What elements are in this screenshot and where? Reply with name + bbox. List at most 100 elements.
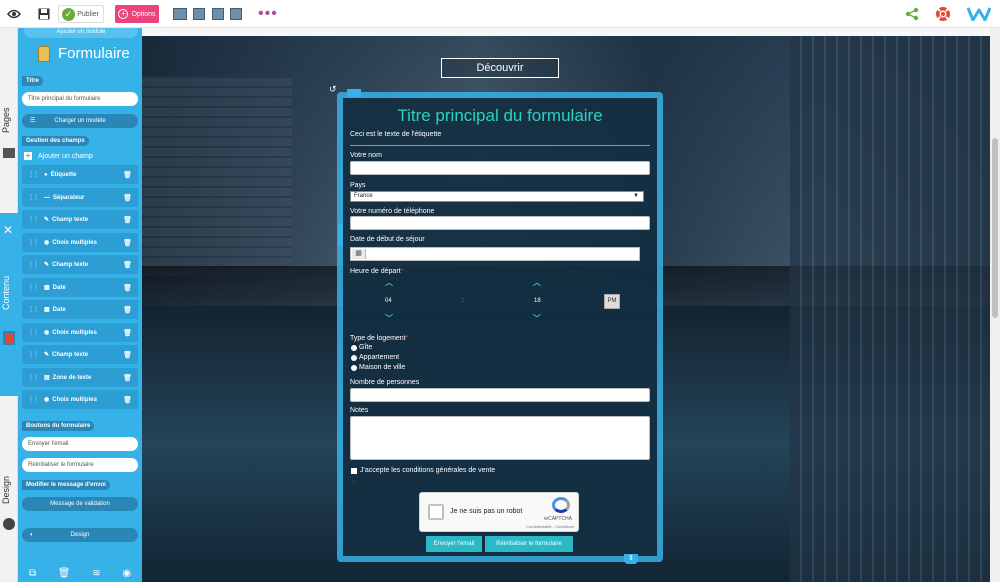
scrollbar-thumb[interactable] bbox=[992, 138, 998, 318]
trash-icon[interactable]: 🗑 bbox=[123, 194, 132, 202]
field-row[interactable]: ⋮⋮ ✎ Champ texte 🗑 bbox=[22, 210, 138, 229]
country-label: Pays bbox=[350, 182, 366, 189]
field-row[interactable]: ⋮⋮ ▦ Date 🗑 bbox=[22, 300, 138, 319]
drag-handle-icon[interactable]: ⋮⋮ bbox=[28, 306, 39, 313]
load-model-button[interactable]: ☰ Charger un modèle bbox=[22, 114, 138, 128]
add-field-button[interactable]: + Ajouter un champ bbox=[24, 152, 93, 160]
trash-icon[interactable]: 🗑 bbox=[58, 568, 71, 579]
recaptcha-links[interactable]: Confidentialité - Conditions bbox=[526, 524, 574, 529]
drag-handle-icon[interactable]: ⋮⋮ bbox=[28, 261, 39, 268]
phone-input[interactable] bbox=[350, 216, 650, 230]
form-label-text: Ceci est le texte de l'étiquette bbox=[350, 131, 442, 138]
help-icon[interactable] bbox=[934, 5, 952, 23]
tablet-icon[interactable] bbox=[212, 8, 224, 20]
send-email-input[interactable]: Envoyer l'email bbox=[22, 437, 138, 451]
drag-handle-icon[interactable]: ⋮⋮ bbox=[28, 239, 39, 246]
name-input[interactable] bbox=[350, 161, 650, 175]
hour-down-icon[interactable]: ﹀ bbox=[385, 313, 393, 324]
reset-input[interactable]: Réinitialiser le formulaire bbox=[22, 458, 138, 472]
checkbox-icon[interactable] bbox=[351, 467, 357, 474]
resize-handle-bottom[interactable]: ⇕ bbox=[624, 554, 638, 564]
calendar-icon[interactable]: ▦ bbox=[352, 249, 366, 259]
mobile-icon[interactable] bbox=[230, 8, 242, 20]
trash-icon[interactable]: 🗑 bbox=[123, 171, 132, 179]
duplicate-icon[interactable]: ⧉ bbox=[29, 568, 36, 579]
eye-icon[interactable] bbox=[6, 5, 22, 23]
send-email-button[interactable]: Envoyer l'email bbox=[426, 536, 482, 552]
trash-icon[interactable]: 🗑 bbox=[123, 261, 132, 269]
field-row[interactable]: ⋮⋮ ✎ Champ texte 🗑 bbox=[22, 255, 138, 274]
minute-down-icon[interactable]: ﹀ bbox=[533, 313, 541, 324]
rotate-icon[interactable]: ↺ bbox=[329, 84, 337, 95]
form-module-tag[interactable] bbox=[347, 89, 361, 97]
layers-icon[interactable]: ≋ bbox=[92, 568, 100, 579]
field-row[interactable]: ⋮⋮ ▦ Date 🗑 bbox=[22, 278, 138, 297]
trash-icon[interactable]: 🗑 bbox=[123, 396, 132, 404]
field-row[interactable]: ⋮⋮ — Séparateur 🗑 bbox=[22, 188, 138, 207]
trash-icon[interactable]: 🗑 bbox=[123, 284, 132, 292]
field-row[interactable]: ⋮⋮ ◉ Choix multiples 🗑 bbox=[22, 390, 138, 409]
caret-down-icon: ▼ bbox=[633, 193, 639, 199]
save-icon[interactable] bbox=[37, 5, 51, 23]
field-row[interactable]: ⋮⋮ ▤ Zone de texte 🗑 bbox=[22, 368, 138, 387]
field-row[interactable]: ⋮⋮ ● Étiquette 🗑 bbox=[22, 165, 138, 184]
minus-icon: — bbox=[44, 194, 50, 201]
trash-icon[interactable]: 🗑 bbox=[123, 216, 132, 224]
hour-value[interactable]: 04 bbox=[385, 298, 392, 304]
palette-icon[interactable] bbox=[3, 518, 15, 530]
trash-icon[interactable]: 🗑 bbox=[123, 239, 132, 247]
housing-option[interactable]: Appartement bbox=[351, 354, 399, 361]
trash-icon[interactable]: 🗑 bbox=[123, 374, 132, 382]
design-button[interactable]: ◐ Design bbox=[22, 528, 138, 542]
publish-button[interactable]: ✓ Publier bbox=[58, 5, 104, 23]
title-input[interactable]: Titre principal du formulaire bbox=[22, 92, 138, 106]
desktop-icon[interactable] bbox=[173, 8, 187, 20]
drag-handle-icon[interactable]: ⋮⋮ bbox=[28, 284, 39, 291]
trash-icon[interactable]: 🗑 bbox=[123, 306, 132, 314]
drag-handle-icon[interactable]: ⋮⋮ bbox=[28, 351, 39, 358]
trash-icon[interactable]: 🗑 bbox=[123, 329, 132, 337]
tab-contenu[interactable]: ✕ Contenu bbox=[0, 213, 18, 396]
recaptcha-checkbox[interactable] bbox=[428, 504, 444, 520]
drag-handle-icon[interactable]: ⋮⋮ bbox=[28, 171, 39, 178]
drag-handle-icon[interactable]: ⋮⋮ bbox=[28, 216, 39, 223]
field-row[interactable]: ⋮⋮ ◉ Choix multiples 🗑 bbox=[22, 233, 138, 252]
page-scrollbar[interactable] bbox=[990, 28, 1000, 582]
close-icon[interactable]: ✕ bbox=[3, 223, 13, 237]
pencil-icon: ✎ bbox=[44, 262, 50, 268]
hour-up-icon[interactable]: ︿ bbox=[385, 277, 393, 288]
drag-handle-icon[interactable]: ⋮⋮ bbox=[28, 194, 39, 201]
notes-textarea[interactable] bbox=[350, 416, 650, 460]
tab-design[interactable]: Design bbox=[1, 468, 17, 512]
validation-message-button[interactable]: Message de validation bbox=[22, 497, 138, 511]
drag-handle-icon[interactable]: ⋮⋮ bbox=[28, 396, 39, 403]
options-button[interactable]: + Options bbox=[115, 5, 159, 23]
country-select[interactable]: France ▼ bbox=[350, 191, 644, 202]
drag-handle-icon[interactable]: ⋮⋮ bbox=[28, 374, 39, 381]
field-row[interactable]: ⋮⋮ ◉ Choix multiples 🗑 bbox=[22, 323, 138, 342]
reset-form-button[interactable]: Réinitialiser le formulaire bbox=[485, 536, 573, 552]
phone-label: Votre numéro de téléphone bbox=[350, 208, 435, 215]
resize-handle-left[interactable] bbox=[338, 224, 343, 246]
persons-label: Nombre de personnes bbox=[350, 379, 420, 386]
housing-option[interactable]: Gîte bbox=[351, 344, 372, 351]
discover-button[interactable]: Découvrir bbox=[441, 58, 559, 78]
start-date-input[interactable]: ▦ bbox=[350, 247, 640, 261]
am-pm-toggle[interactable]: PM bbox=[604, 294, 620, 309]
minute-up-icon[interactable]: ︿ bbox=[533, 277, 541, 288]
pages-icon[interactable] bbox=[3, 148, 15, 158]
tablet-landscape-icon[interactable] bbox=[193, 8, 205, 20]
accept-checkbox[interactable]: J'accepte les conditions générales de ve… bbox=[351, 467, 495, 474]
add-module-button[interactable]: Ajouter un module bbox=[24, 28, 138, 38]
persons-input[interactable] bbox=[350, 388, 650, 402]
trash-icon[interactable]: 🗑 bbox=[123, 351, 132, 359]
more-icon[interactable]: ••• bbox=[258, 5, 278, 23]
logo-icon[interactable] bbox=[966, 5, 992, 23]
field-row[interactable]: ⋮⋮ ✎ Champ texte 🗑 bbox=[22, 345, 138, 364]
drag-handle-icon[interactable]: ⋮⋮ bbox=[28, 329, 39, 336]
eye-icon[interactable]: ◉ bbox=[122, 568, 131, 579]
tab-pages[interactable]: Pages bbox=[1, 100, 17, 140]
share-icon[interactable] bbox=[904, 5, 920, 23]
minute-value[interactable]: 18 bbox=[534, 298, 541, 304]
housing-option[interactable]: Maison de ville bbox=[351, 364, 405, 371]
